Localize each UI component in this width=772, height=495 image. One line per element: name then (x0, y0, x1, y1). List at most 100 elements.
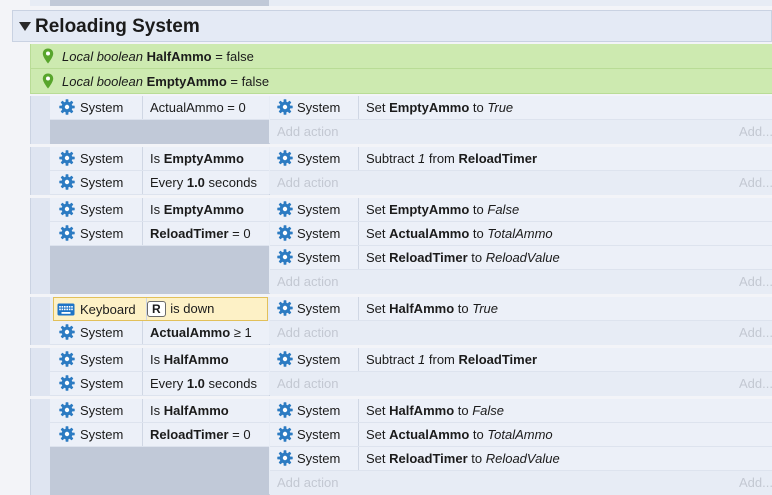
condition-object-cell[interactable]: System (50, 96, 143, 119)
condition-object-cell[interactable]: System (50, 321, 143, 344)
event-margin[interactable] (31, 147, 50, 195)
action-row[interactable]: System Subtract 1 from ReloadTimer (270, 147, 772, 171)
action-text[interactable]: Set HalfAmmo to True (366, 301, 498, 317)
add-action-row[interactable]: Add action Add... (270, 270, 772, 294)
condition-text[interactable]: ReloadTimer = 0 (150, 226, 251, 242)
add-more-link[interactable]: Add... (739, 124, 772, 140)
condition-row[interactable]: System Every 1.0 seconds (50, 372, 269, 396)
condition-text[interactable]: ActualAmmo ≥ 1 (150, 325, 252, 341)
action-row[interactable]: System Set ActualAmmo to TotalAmmo (270, 222, 772, 246)
add-action-link[interactable]: Add action (277, 274, 338, 290)
add-action-row[interactable]: Add action Add... (270, 321, 772, 345)
condition-row[interactable]: System ReloadTimer = 0 (50, 222, 269, 246)
condition-text[interactable]: R is down (147, 301, 214, 317)
condition-row[interactable]: System Is HalfAmmo (50, 348, 269, 372)
condition-row[interactable]: Keyboard R is down (53, 297, 268, 321)
text-fragment: ReloadTimer (458, 352, 538, 367)
action-row[interactable]: System Set HalfAmmo to False (270, 399, 772, 423)
action-text[interactable]: Set ActualAmmo to TotalAmmo (366, 226, 553, 242)
condition-object-cell[interactable]: System (50, 423, 143, 446)
action-object-cell[interactable]: System (270, 297, 359, 320)
condition-text[interactable]: Is HalfAmmo (150, 352, 229, 368)
action-row[interactable]: System Set ActualAmmo to TotalAmmo (270, 423, 772, 447)
action-text[interactable]: Set ActualAmmo to TotalAmmo (366, 427, 553, 443)
condition-row[interactable]: System Is EmptyAmmo (50, 147, 269, 171)
action-text[interactable]: Subtract 1 from ReloadTimer (366, 151, 537, 167)
add-action-link[interactable]: Add action (277, 175, 338, 191)
condition-text[interactable]: ReloadTimer = 0 (150, 427, 251, 443)
event-margin[interactable] (31, 198, 50, 294)
action-object-cell[interactable]: System (270, 348, 359, 371)
condition-row[interactable]: System ActualAmmo ≥ 1 (50, 321, 269, 345)
condition-object-cell[interactable]: System (50, 372, 143, 395)
text-fragment: seconds (204, 175, 257, 190)
action-row[interactable]: System Set HalfAmmo to True (270, 297, 772, 321)
local-variable-label: Local boolean EmptyAmmo = false (62, 74, 269, 90)
action-object-cell[interactable]: System (270, 96, 359, 119)
action-text[interactable]: Subtract 1 from ReloadTimer (366, 352, 537, 368)
add-action-row[interactable]: Add action Add... (270, 471, 772, 495)
action-row[interactable]: System Set EmptyAmmo to False (270, 198, 772, 222)
triangle-down-icon[interactable] (19, 22, 31, 31)
group-header[interactable]: Reloading System (12, 10, 772, 42)
add-action-link[interactable]: Add action (277, 124, 338, 140)
action-text[interactable]: Set ReloadTimer to ReloadValue (366, 250, 560, 266)
local-variable-row[interactable]: Local boolean EmptyAmmo = false (30, 69, 772, 94)
condition-object-cell[interactable]: System (50, 399, 143, 422)
add-action-row[interactable]: Add action Add... (270, 120, 772, 144)
condition-row[interactable]: System Is EmptyAmmo (50, 198, 269, 222)
condition-text[interactable]: Every 1.0 seconds (150, 376, 257, 392)
condition-row[interactable]: System Is HalfAmmo (50, 399, 269, 423)
add-action-link[interactable]: Add action (277, 376, 338, 392)
action-object-cell[interactable]: System (270, 198, 359, 221)
action-object-cell[interactable]: System (270, 147, 359, 170)
add-more-link[interactable]: Add... (739, 475, 772, 491)
action-text[interactable]: Set EmptyAmmo to False (366, 202, 519, 218)
action-text[interactable]: Set EmptyAmmo to True (366, 100, 513, 116)
condition-text[interactable]: Is HalfAmmo (150, 403, 229, 419)
condition-text[interactable]: Is EmptyAmmo (150, 202, 244, 218)
add-action-link[interactable]: Add action (277, 325, 338, 341)
condition-text[interactable]: Is EmptyAmmo (150, 151, 244, 167)
action-object-cell[interactable]: System (270, 399, 359, 422)
condition-text[interactable]: Every 1.0 seconds (150, 175, 257, 191)
event-margin[interactable] (31, 297, 50, 345)
condition-object-cell[interactable]: System (50, 171, 143, 194)
condition-gutter[interactable] (50, 447, 269, 495)
add-action-link[interactable]: Add action (277, 475, 338, 491)
add-more-link[interactable]: Add... (739, 175, 772, 191)
condition-object-cell[interactable]: System (50, 147, 143, 170)
condition-gutter[interactable] (50, 120, 269, 144)
action-object-cell[interactable]: System (270, 246, 359, 269)
text-fragment: 1.0 (186, 376, 205, 391)
event-margin[interactable] (31, 96, 50, 144)
event-margin[interactable] (31, 399, 50, 495)
action-row[interactable]: System Set ReloadTimer to ReloadValue (270, 447, 772, 471)
action-row[interactable]: System Set ReloadTimer to ReloadValue (270, 246, 772, 270)
action-text[interactable]: Set ReloadTimer to ReloadValue (366, 451, 560, 467)
action-text[interactable]: Set HalfAmmo to False (366, 403, 504, 419)
action-object-cell[interactable]: System (270, 222, 359, 245)
add-more-link[interactable]: Add... (739, 274, 772, 290)
action-row[interactable]: System Set EmptyAmmo to True (270, 96, 772, 120)
condition-gutter[interactable] (50, 246, 269, 294)
condition-row[interactable]: System ReloadTimer = 0 (50, 423, 269, 447)
condition-object-cell[interactable]: System (50, 198, 143, 221)
condition-row[interactable]: System Every 1.0 seconds (50, 171, 269, 195)
condition-object-cell[interactable]: System (50, 222, 143, 245)
condition-row[interactable]: System ActualAmmo = 0 (50, 96, 269, 120)
action-object-cell[interactable]: System (270, 423, 359, 446)
action-row[interactable]: System Subtract 1 from ReloadTimer (270, 348, 772, 372)
condition-object-name: System (80, 202, 124, 217)
action-object-cell[interactable]: System (270, 447, 359, 470)
add-action-row[interactable]: Add action Add... (270, 171, 772, 195)
condition-text[interactable]: ActualAmmo = 0 (150, 100, 246, 116)
condition-object-cell[interactable]: System (50, 348, 143, 371)
add-more-link[interactable]: Add... (739, 325, 772, 341)
gear-icon (59, 324, 75, 340)
add-more-link[interactable]: Add... (739, 376, 772, 392)
condition-object-cell[interactable]: Keyboard (54, 298, 147, 320)
add-action-row[interactable]: Add action Add... (270, 372, 772, 396)
local-variable-row[interactable]: Local boolean HalfAmmo = false (30, 44, 772, 69)
event-margin[interactable] (31, 348, 50, 396)
